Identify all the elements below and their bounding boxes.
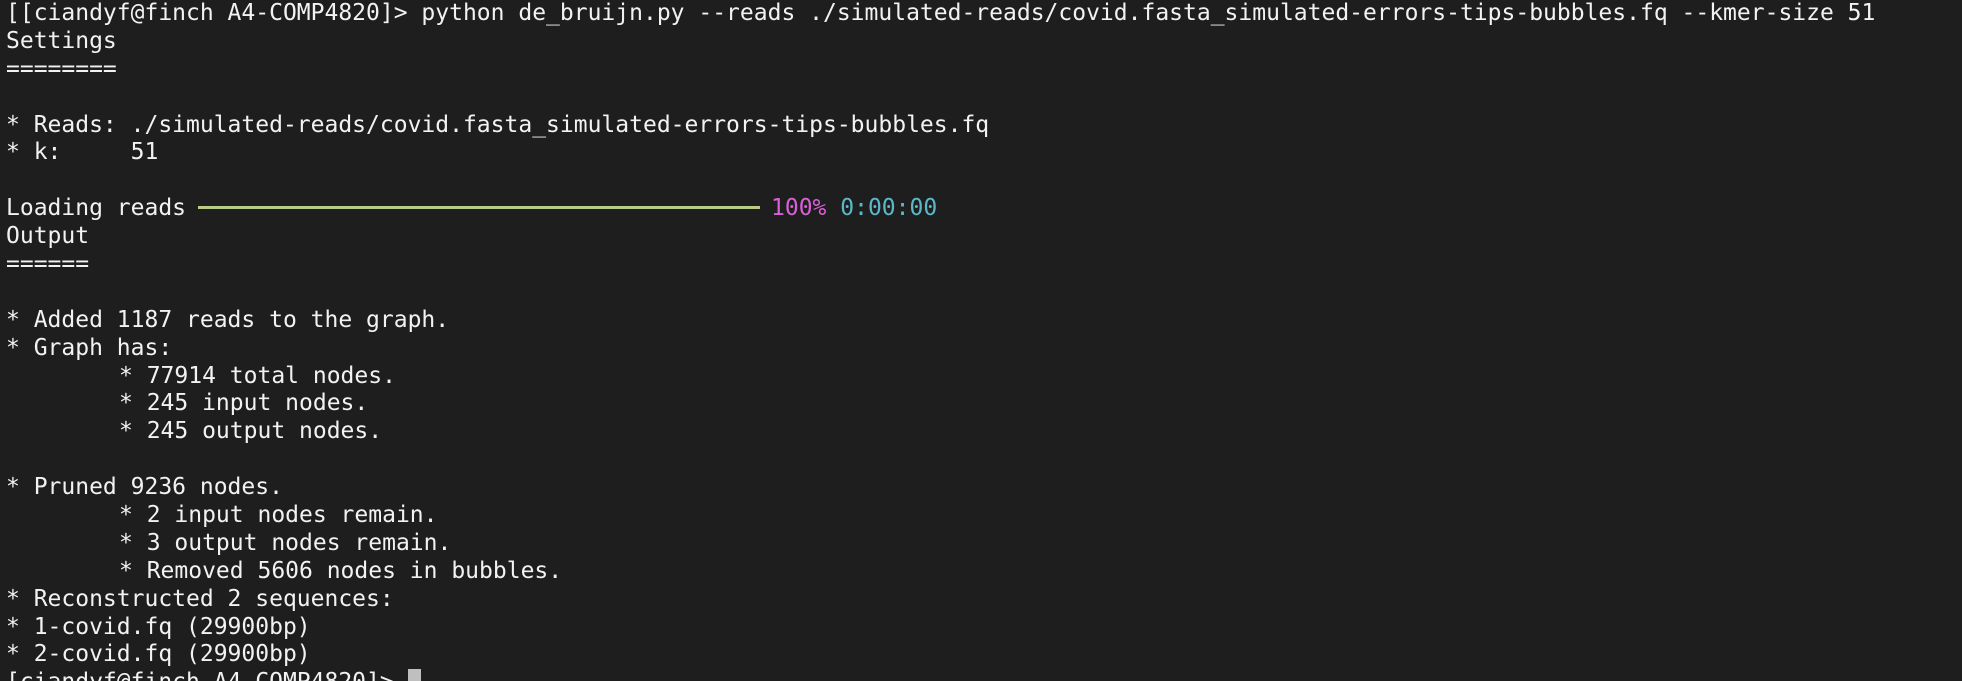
progress-label: Loading reads <box>6 195 187 222</box>
pruned-line: * Pruned 9236 nodes. <box>6 474 283 501</box>
output-heading: Output <box>6 223 90 250</box>
text-cursor <box>407 669 421 681</box>
input-nodes-line: * 245 input nodes. <box>6 390 1962 418</box>
prompt-text: [ciandyf@finch A4-COMP4820]> <box>6 669 408 681</box>
total-nodes-line: * 77914 total nodes. <box>6 363 1962 391</box>
command-line: [[ciandyf@finch A4-COMP4820]> python de_… <box>6 0 1876 26</box>
total-nodes-text: * 77914 total nodes. <box>119 362 396 389</box>
terminal-window[interactable]: [[ciandyf@finch A4-COMP4820]> python de_… <box>6 0 1962 681</box>
output-nodes-line: * 245 output nodes. <box>6 418 1962 446</box>
progress-line: Loading reads 100% 0:00:00 <box>6 195 1962 223</box>
sequence-1-line: * 1-covid.fq (29900bp) <box>6 613 311 640</box>
added-reads-line: * Added 1187 reads to the graph. <box>6 306 450 333</box>
shell-prompt[interactable]: [ciandyf@finch A4-COMP4820]> <box>6 669 1962 681</box>
output-remain-text: * 3 output nodes remain. <box>119 529 452 556</box>
progress-elapsed: 0:00:00 <box>840 195 938 222</box>
reconstructed-line: * Reconstructed 2 sequences: <box>6 585 394 612</box>
settings-underline: ======== <box>6 55 117 82</box>
graph-has-line: * Graph has: <box>6 334 173 361</box>
sequence-2-line: * 2-covid.fq (29900bp) <box>6 641 311 668</box>
output-remain-line: * 3 output nodes remain. <box>6 530 1962 558</box>
kmer-setting: * k: 51 <box>6 139 159 166</box>
output-underline: ====== <box>6 251 90 278</box>
reads-setting: * Reads: ./simulated-reads/covid.fasta_s… <box>6 111 990 138</box>
output-nodes-text: * 245 output nodes. <box>119 418 383 445</box>
settings-heading: Settings <box>6 27 117 54</box>
input-remain-line: * 2 input nodes remain. <box>6 502 1962 530</box>
progress-percent: 100% <box>771 195 827 222</box>
input-remain-text: * 2 input nodes remain. <box>119 502 438 529</box>
progress-bar <box>198 206 761 210</box>
removed-bubbles-line: * Removed 5606 nodes in bubbles. <box>6 558 1962 586</box>
removed-bubbles-text: * Removed 5606 nodes in bubbles. <box>119 557 563 584</box>
input-nodes-text: * 245 input nodes. <box>119 390 369 417</box>
